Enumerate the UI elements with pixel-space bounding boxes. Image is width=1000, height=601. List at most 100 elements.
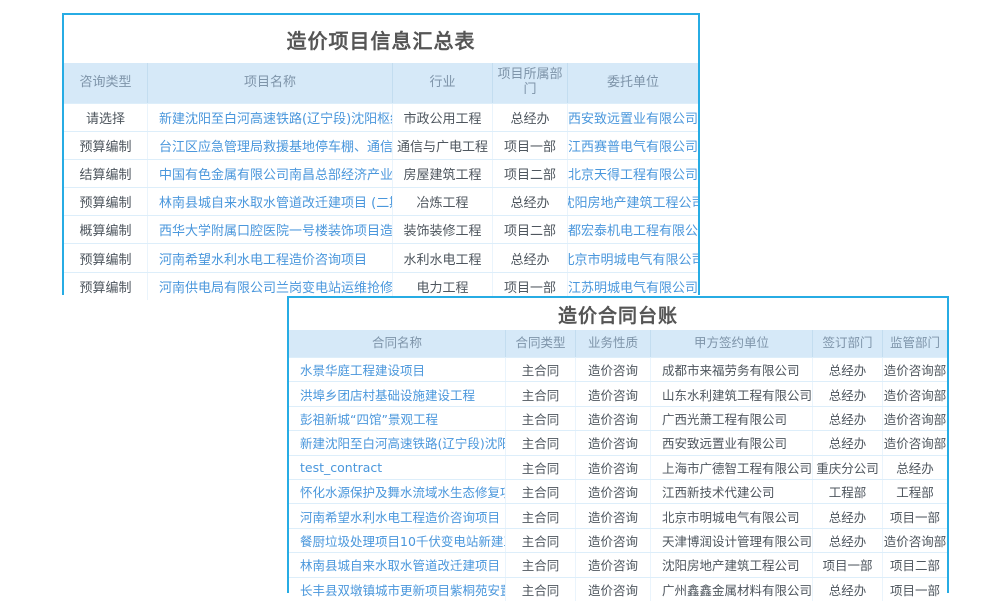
cell-project-name-link[interactable]: 中国有色金属有限公司南昌总部经济产业园项目二期 <box>147 160 392 187</box>
cell-contract-name-link[interactable]: 水景华庭工程建设项目 <box>289 358 505 381</box>
cell-industry: 水利水电工程 <box>392 244 492 271</box>
cell-contract-name-link[interactable]: 怀化水源保护及舞水流域水生态修复项目合同 <box>289 480 505 503</box>
column-header-party-a-unit: 甲方签约单位 <box>650 330 812 357</box>
summary-table-title: 造价项目信息汇总表 <box>64 15 698 63</box>
cell-client-unit-link[interactable]: 江西赛普电气有限公司 <box>567 132 698 159</box>
column-header-project-name: 项目名称 <box>147 63 392 103</box>
cell-business-nature: 造价咨询 <box>575 358 650 381</box>
cell-business-nature: 造价咨询 <box>575 431 650 454</box>
column-header-supervising-department: 监管部门 <box>882 330 947 357</box>
cell-contract-type: 主合同 <box>505 358 575 381</box>
cell-supervising-department: 项目一部 <box>882 578 947 601</box>
table-row: 河南希望水利水电工程造价咨询项目主合同造价咨询北京市明城电气有限公司总经办项目一… <box>289 503 947 527</box>
table-row: 概算编制西华大学附属口腔医院一号楼装饰项目造价咨询装饰装修工程项目二部成都宏泰机… <box>64 215 698 243</box>
cell-consult-type: 预算编制 <box>64 188 147 215</box>
column-header-contract-type: 合同类型 <box>505 330 575 357</box>
cell-industry: 房屋建筑工程 <box>392 160 492 187</box>
table-row: 怀化水源保护及舞水流域水生态修复项目合同主合同造价咨询江西新技术代建公司工程部工… <box>289 479 947 503</box>
contract-table-body: 水景华庭工程建设项目主合同造价咨询成都市来福劳务有限公司总经办造价咨询部洪埠乡团… <box>289 357 947 601</box>
column-header-consult-type: 咨询类型 <box>64 63 147 103</box>
cell-contract-type: 主合同 <box>505 480 575 503</box>
cell-party-a-unit: 沈阳房地产建筑工程公司 <box>650 553 812 576</box>
cell-supervising-department: 项目一部 <box>882 504 947 527</box>
cell-contract-type: 主合同 <box>505 431 575 454</box>
cell-signing-department: 总经办 <box>812 382 882 405</box>
cell-department: 项目二部 <box>492 160 567 187</box>
cell-consult-type: 预算编制 <box>64 244 147 271</box>
cell-client-unit-link[interactable]: 北京市明城电气有限公司 <box>567 244 698 271</box>
cost-contract-ledger-table: 造价合同台账 合同名称合同类型业务性质甲方签约单位签订部门监管部门 水景华庭工程… <box>287 296 949 593</box>
cell-client-unit-link[interactable]: 北京天得工程有限公司 <box>567 160 698 187</box>
table-row: 水景华庭工程建设项目主合同造价咨询成都市来福劳务有限公司总经办造价咨询部 <box>289 357 947 381</box>
cell-party-a-unit: 广西光萧工程有限公司 <box>650 407 812 430</box>
cell-client-unit-link[interactable]: 成都宏泰机电工程有限公司 <box>567 216 698 243</box>
cell-client-unit-link[interactable]: 西安致远置业有限公司 <box>567 104 698 131</box>
cell-contract-type: 主合同 <box>505 553 575 576</box>
cell-signing-department: 项目一部 <box>812 553 882 576</box>
cell-supervising-department: 造价咨询部 <box>882 407 947 430</box>
cell-party-a-unit: 山东水利建筑工程有限公司 <box>650 382 812 405</box>
cell-party-a-unit: 成都市来福劳务有限公司 <box>650 358 812 381</box>
summary-table-body: 请选择新建沈阳至白河高速铁路(辽宁段)沈阳枢纽改建工程市政公用工程总经办 西安致远… <box>64 103 698 300</box>
cell-contract-name-link[interactable]: 彭祖新城“四馆”景观工程 <box>289 407 505 430</box>
table-row: 结算编制中国有色金属有限公司南昌总部经济产业园项目二期房屋建筑工程项目二部北京天… <box>64 159 698 187</box>
cell-contract-name-link[interactable]: 长丰县双墩镇城市更新项目紫桐苑安置点 <box>289 578 505 601</box>
table-row: 长丰县双墩镇城市更新项目紫桐苑安置点主合同造价咨询广州鑫鑫金属材料有限公司总经办… <box>289 577 947 601</box>
summary-table-header-row: 咨询类型项目名称行业项目所属部门委托单位 <box>64 63 698 103</box>
cell-consult-type: 预算编制 <box>64 273 147 300</box>
column-header-industry: 行业 <box>392 63 492 103</box>
cell-contract-type: 主合同 <box>505 578 575 601</box>
column-header-department: 项目所属部门 <box>492 63 567 103</box>
cell-department: 总经办 <box>492 244 567 271</box>
cell-contract-name-link[interactable]: 新建沈阳至白河高速铁路(辽宁段)沈阳枢纽改建工程 <box>289 431 505 454</box>
cell-party-a-unit: 北京市明城电气有限公司 <box>650 504 812 527</box>
contract-table-header-row: 合同名称合同类型业务性质甲方签约单位签订部门监管部门 <box>289 330 947 357</box>
cell-contract-type: 主合同 <box>505 407 575 430</box>
cell-contract-name-link[interactable]: test_contract <box>289 456 505 479</box>
cell-contract-name-link[interactable]: 河南希望水利水电工程造价咨询项目 <box>289 504 505 527</box>
table-row: 餐厨垃圾处理项目10千伏变电站新建工程主合同造价咨询天津博润设计管理有限公司总经… <box>289 528 947 552</box>
table-row: 洪埠乡团店村基础设施建设工程主合同造价咨询山东水利建筑工程有限公司总经办造价咨询… <box>289 381 947 405</box>
cell-signing-department: 工程部 <box>812 480 882 503</box>
cell-industry: 装饰装修工程 <box>392 216 492 243</box>
cell-supervising-department: 造价咨询部 <box>882 529 947 552</box>
cell-project-name-link[interactable]: 林南县城自来水取水管道改迁建项目 (二期) <box>147 188 392 215</box>
column-header-business-nature: 业务性质 <box>575 330 650 357</box>
cell-signing-department: 总经办 <box>812 504 882 527</box>
cell-business-nature: 造价咨询 <box>575 480 650 503</box>
cell-industry: 市政公用工程 <box>392 104 492 131</box>
column-header-signing-department: 签订部门 <box>812 330 882 357</box>
cell-business-nature: 造价咨询 <box>575 504 650 527</box>
cell-project-name-link[interactable]: 新建沈阳至白河高速铁路(辽宁段)沈阳枢纽改建工程 <box>147 104 392 131</box>
cell-business-nature: 造价咨询 <box>575 456 650 479</box>
cell-department: 项目二部 <box>492 216 567 243</box>
cell-supervising-department: 工程部 <box>882 480 947 503</box>
cell-contract-name-link[interactable]: 餐厨垃圾处理项目10千伏变电站新建工程 <box>289 529 505 552</box>
cell-contract-name-link[interactable]: 洪埠乡团店村基础设施建设工程 <box>289 382 505 405</box>
cell-business-nature: 造价咨询 <box>575 553 650 576</box>
cell-contract-type: 主合同 <box>505 456 575 479</box>
cell-supervising-department: 总经办 <box>882 456 947 479</box>
cell-signing-department: 重庆分公司 <box>812 456 882 479</box>
table-row: 预算编制河南希望水利水电工程造价咨询项目水利水电工程总经办北京市明城电气有限公司 <box>64 243 698 271</box>
cell-consult-type: 概算编制 <box>64 216 147 243</box>
cell-signing-department: 总经办 <box>812 431 882 454</box>
cell-consult-type: 结算编制 <box>64 160 147 187</box>
cell-department: 项目一部 <box>492 132 567 159</box>
cell-project-name-link[interactable]: 河南希望水利水电工程造价咨询项目 <box>147 244 392 271</box>
cell-business-nature: 造价咨询 <box>575 578 650 601</box>
cell-contract-type: 主合同 <box>505 504 575 527</box>
cell-business-nature: 造价咨询 <box>575 407 650 430</box>
cost-project-summary-table: 造价项目信息汇总表 咨询类型项目名称行业项目所属部门委托单位 请选择新建沈阳至白… <box>62 13 700 295</box>
cell-signing-department: 总经办 <box>812 407 882 430</box>
cell-contract-type: 主合同 <box>505 529 575 552</box>
cell-contract-name-link[interactable]: 林南县城自来水取水管道改迁建项目 (二期) <box>289 553 505 576</box>
cell-industry: 通信与广电工程 <box>392 132 492 159</box>
cell-project-name-link[interactable]: 西华大学附属口腔医院一号楼装饰项目造价咨询 <box>147 216 392 243</box>
cell-consult-type: 请选择 <box>64 104 147 131</box>
cell-supervising-department: 造价咨询部 <box>882 382 947 405</box>
cell-project-name-link[interactable]: 台江区应急管理局救援基地停车棚、通信项目 <box>147 132 392 159</box>
cell-client-unit-link[interactable]: 沈阳房地产建筑工程公司 <box>567 188 698 215</box>
cell-supervising-department: 项目二部 <box>882 553 947 576</box>
cell-party-a-unit: 天津博润设计管理有限公司 <box>650 529 812 552</box>
